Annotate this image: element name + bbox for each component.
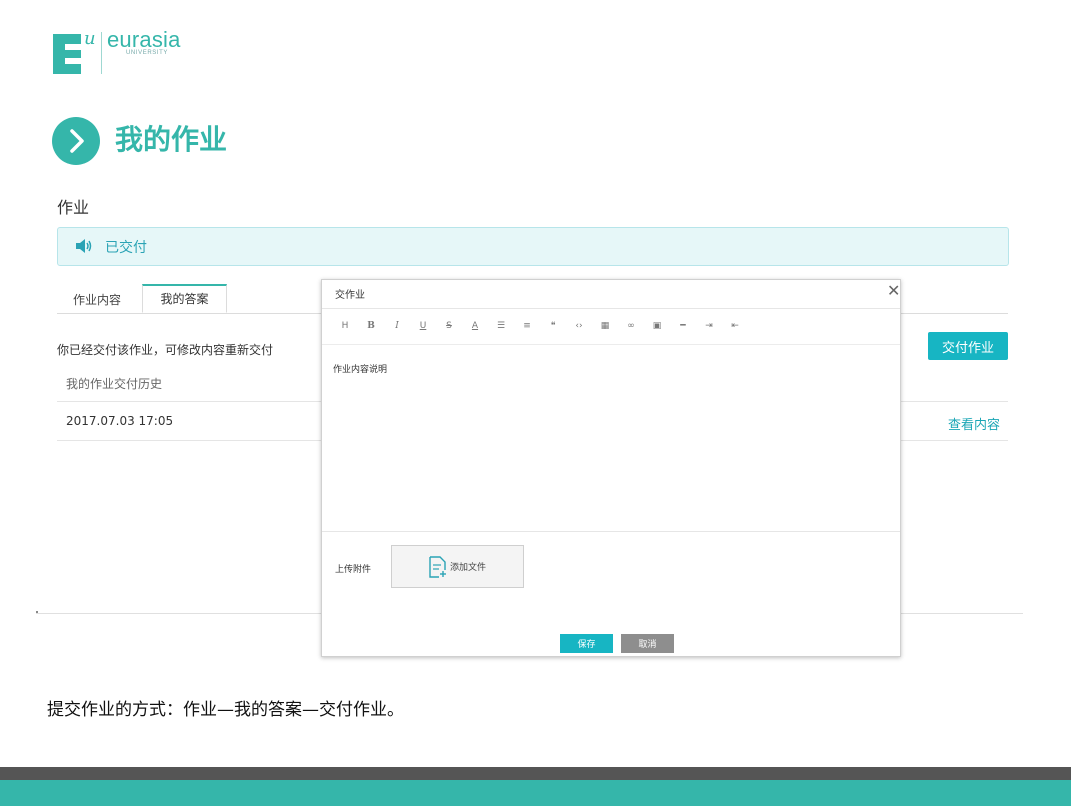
chevron-right-icon [52, 117, 100, 165]
status-text: 已交付 [105, 240, 147, 256]
ordered-list-icon[interactable]: ☰ [488, 319, 514, 333]
row-divider [57, 440, 322, 441]
row-divider [900, 401, 1008, 402]
add-file-button[interactable]: 添加文件 [391, 545, 524, 588]
speaker-icon [76, 239, 92, 253]
heading-icon[interactable]: H [332, 319, 358, 333]
upload-label: 上传附件 [335, 565, 372, 575]
submit-homework-dialog: 交作业 ✕ H B I U S A ☰ ≡ ❝ ‹› ▦ ∞ ▣ ━ ⇥ ⇤ 作… [321, 279, 901, 657]
footer-band-dark [0, 767, 1071, 780]
editor-divider [322, 531, 900, 532]
save-button[interactable]: 保存 [560, 634, 613, 653]
add-file-label: 添加文件 [450, 563, 487, 573]
row-divider [900, 440, 1008, 441]
tab-my-answer[interactable]: 我的答案 [142, 284, 227, 313]
history-label: 我的作业交付历史 [66, 377, 163, 391]
add-file-icon [429, 556, 446, 578]
dialog-title: 交作业 [335, 290, 365, 301]
status-notice: 已交付 [57, 227, 1009, 266]
tabs-divider-right [900, 313, 1008, 314]
logo-e-mark [53, 34, 81, 74]
indent-icon[interactable]: ⇥ [696, 319, 722, 333]
view-content-link[interactable]: 查看内容 [948, 414, 1000, 433]
bottom-divider [36, 613, 322, 614]
cancel-button[interactable]: 取消 [621, 634, 674, 653]
font-color-icon[interactable]: A [462, 319, 488, 333]
tab-homework-content[interactable]: 作业内容 [73, 291, 121, 308]
italic-icon[interactable]: I [384, 319, 410, 333]
footer-band-teal [0, 780, 1071, 806]
submitted-info: 你已经交付该作业，可修改内容重新交付 [57, 343, 274, 357]
bold-icon[interactable]: B [358, 319, 384, 333]
tabs-divider [57, 313, 322, 314]
editor-content[interactable]: 作业内容说明 [333, 362, 387, 375]
image-icon[interactable]: ▣ [644, 319, 670, 333]
horizontal-rule-icon[interactable]: ━ [670, 319, 696, 333]
section-label: 作业 [57, 198, 90, 217]
logo-superscript: u [84, 28, 96, 49]
outdent-icon[interactable]: ⇤ [722, 319, 748, 333]
logo-divider [101, 32, 102, 74]
page-title: 我的作业 [115, 123, 228, 156]
underline-icon[interactable]: U [410, 319, 436, 333]
quote-icon[interactable]: ❝ [540, 319, 566, 333]
logo-subtitle: UNIVERSITY [126, 50, 169, 56]
submit-homework-button[interactable]: 交付作业 [928, 332, 1008, 360]
dot-mark [36, 611, 38, 613]
code-icon[interactable]: ‹› [566, 319, 592, 333]
unordered-list-icon[interactable]: ≡ [514, 319, 540, 333]
close-icon[interactable]: ✕ [887, 283, 900, 299]
history-date: 2017.07.03 17:05 [66, 414, 174, 428]
toolbar-divider [322, 344, 900, 345]
editor-toolbar: H B I U S A ☰ ≡ ❝ ‹› ▦ ∞ ▣ ━ ⇥ ⇤ [332, 319, 748, 333]
dialog-divider [322, 308, 900, 309]
table-icon[interactable]: ▦ [592, 319, 618, 333]
slide-caption: 提交作业的方式：作业—我的答案—交付作业。 [47, 700, 404, 720]
strikethrough-icon[interactable]: S [436, 319, 462, 333]
row-divider [57, 401, 322, 402]
bottom-divider [900, 613, 1023, 614]
link-icon[interactable]: ∞ [618, 319, 644, 333]
